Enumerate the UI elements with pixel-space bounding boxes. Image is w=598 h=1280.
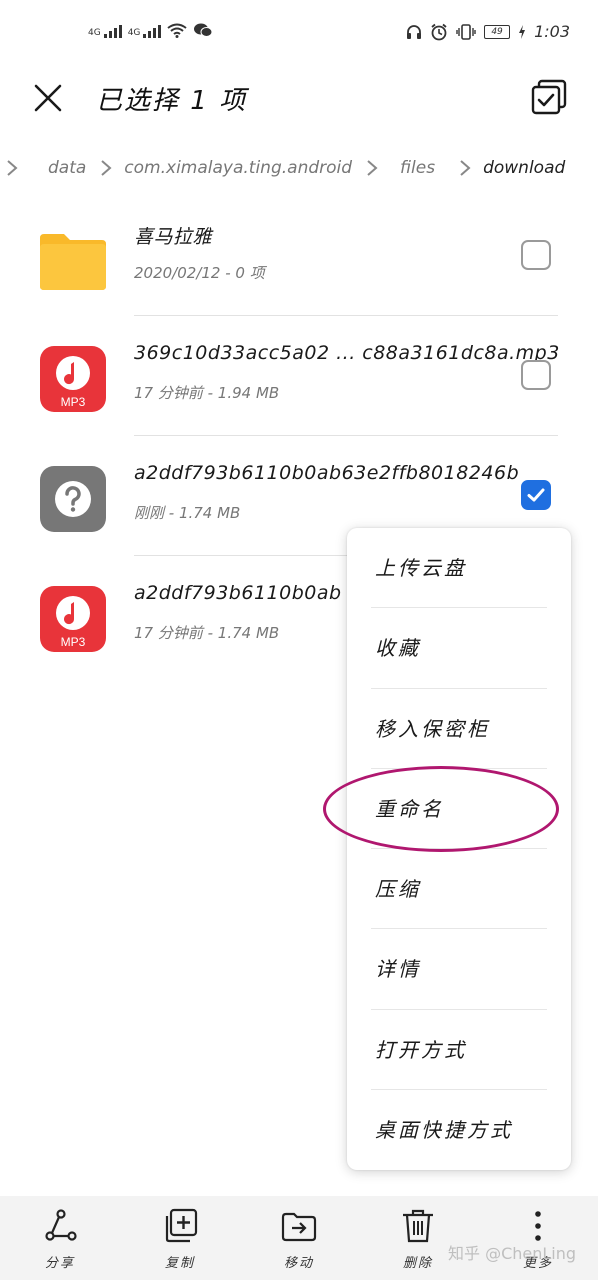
copy-button[interactable]: 复制 <box>135 1196 225 1280</box>
mp3-label: MP3 <box>61 395 86 409</box>
status-time: 1:03 <box>534 22 570 41</box>
watermark: 知乎 @ChenLing <box>448 1244 577 1263</box>
folder-icon <box>40 234 106 290</box>
menu-item-details[interactable]: 详情 <box>347 929 571 1010</box>
menu-item-label: 打开方式 <box>375 1037 467 1062</box>
breadcrumb-item-files[interactable]: files <box>400 158 435 178</box>
menu-item-label: 桌面快捷方式 <box>375 1117 513 1142</box>
menu-item-label: 上传云盘 <box>375 556 467 580</box>
select-checkbox-checked[interactable] <box>521 480 551 510</box>
chevron-right-icon <box>101 160 112 176</box>
file-name: a2ddf793b6110b0ab ... f <box>134 582 382 604</box>
signal-1-icon: 4G <box>88 25 122 38</box>
breadcrumb-item-download[interactable]: download <box>483 158 565 178</box>
more-icon <box>535 1211 541 1241</box>
move-icon <box>281 1212 317 1242</box>
rename-highlight-annotation <box>323 766 559 852</box>
share-button[interactable]: 分享 <box>15 1196 105 1280</box>
select-all-icon[interactable] <box>530 78 568 116</box>
signal-2-icon: 4G <box>128 25 162 38</box>
file-name: 369c10d33acc5a02 ... c88a3161dc8a.mp3 <box>134 342 560 364</box>
breadcrumb-item-data[interactable]: data <box>48 158 86 178</box>
chevron-right-icon <box>367 160 378 176</box>
battery-level: 49 <box>491 26 503 37</box>
menu-item-compress[interactable]: 压缩 <box>347 849 571 930</box>
move-label: 移动 <box>283 1256 314 1271</box>
menu-item-label: 详情 <box>375 957 421 982</box>
bottom-action-bar: 分享 复制 移动 删除 更多 <box>0 1196 598 1280</box>
more-button[interactable]: 更多 <box>493 1196 583 1280</box>
menu-item-label: 移入保密柜 <box>375 716 490 741</box>
file-meta: 17 分钟前 - 1.94 MB <box>134 384 280 402</box>
share-icon <box>45 1209 77 1241</box>
vibrate-icon <box>456 23 476 40</box>
menu-item-move-to-safe[interactable]: 移入保密柜 <box>347 689 571 769</box>
menu-item-desktop-shortcut[interactable]: 桌面快捷方式 <box>347 1090 571 1170</box>
wifi-icon <box>167 23 188 38</box>
file-meta: 17 分钟前 - 1.74 MB <box>134 624 280 642</box>
mp3-icon: MP3 <box>40 346 106 412</box>
mp3-icon: MP3 <box>40 586 106 652</box>
menu-item-label: 压缩 <box>375 877 421 901</box>
battery-icon: 49 <box>484 24 511 39</box>
copy-label: 复制 <box>164 1256 195 1271</box>
unknown-file-icon <box>40 466 106 532</box>
status-right: 49 1:03 <box>406 22 570 41</box>
move-button[interactable]: 移动 <box>254 1196 344 1280</box>
breadcrumb-item-package[interactable]: com.ximalaya.ting.android <box>124 158 352 178</box>
file-meta: 刚刚 - 1.74 MB <box>134 504 241 522</box>
signal-1-label: 4G <box>88 28 101 38</box>
selection-header: 已选择 1 项 <box>0 68 598 128</box>
file-name: 喜马拉雅 <box>134 226 213 248</box>
alarm-icon <box>431 23 447 40</box>
select-checkbox[interactable] <box>521 360 551 390</box>
status-left: 4G 4G <box>88 22 213 38</box>
headset-icon <box>407 24 422 39</box>
menu-item-upload-cloud[interactable]: 上传云盘 <box>347 528 571 609</box>
page-title: 已选择 1 项 <box>96 86 248 116</box>
share-label: 分享 <box>44 1256 75 1271</box>
charging-icon <box>519 24 526 39</box>
mp3-label: MP3 <box>61 635 86 649</box>
menu-item-open-with[interactable]: 打开方式 <box>347 1010 571 1090</box>
signal-2-label: 4G <box>127 28 141 38</box>
breadcrumb: data com.ximalaya.ting.android files dow… <box>0 150 577 186</box>
delete-button[interactable]: 删除 <box>373 1196 463 1280</box>
menu-item-favorite[interactable]: 收藏 <box>347 608 571 689</box>
list-item[interactable]: 喜马拉雅 2020/02/12 - 0 项 <box>0 196 598 316</box>
list-item[interactable]: MP3 369c10d33acc5a02 ... c88a3161dc8a.mp… <box>0 316 598 436</box>
status-bar: 4G 4G 49 1:03 <box>0 0 598 70</box>
menu-item-label: 收藏 <box>375 636 421 661</box>
checkmark-icon <box>527 488 545 502</box>
chevron-right-icon <box>7 160 18 176</box>
chevron-right-icon <box>460 160 471 176</box>
delete-icon <box>403 1209 433 1243</box>
select-checkbox[interactable] <box>521 240 551 270</box>
copy-icon <box>165 1208 198 1243</box>
file-name: a2ddf793b6110b0ab63e2ffb8018246b <box>134 462 520 484</box>
file-meta: 2020/02/12 - 0 项 <box>134 264 265 282</box>
wechat-icon <box>194 23 213 37</box>
close-icon[interactable] <box>30 80 66 116</box>
